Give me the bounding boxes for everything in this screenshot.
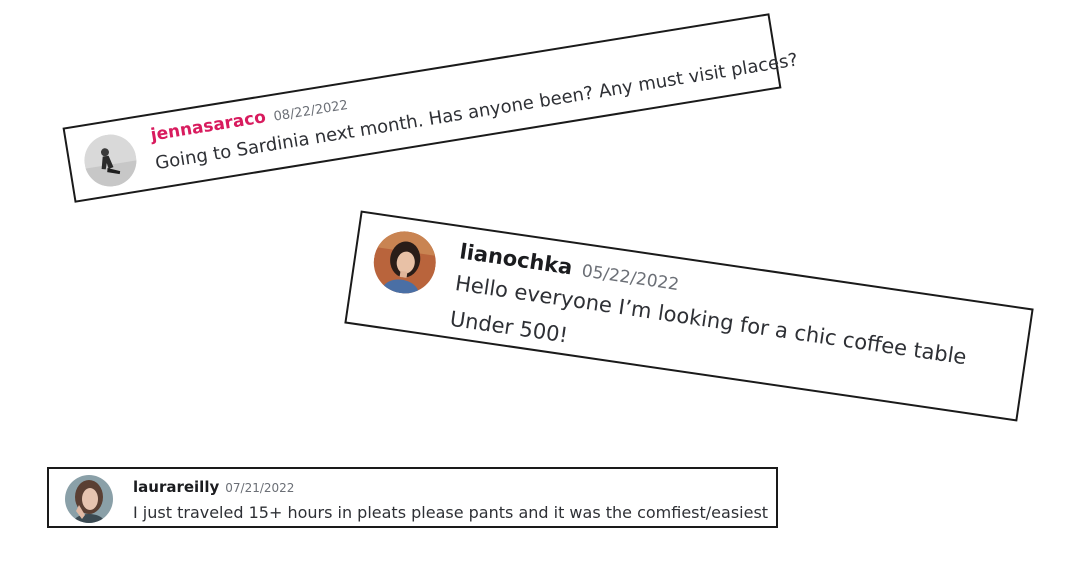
username[interactable]: laurareilly: [133, 478, 219, 496]
avatar[interactable]: [80, 130, 141, 191]
person-avatar-icon: [80, 130, 141, 191]
comment-card: laurareilly 07/21/2022 I just traveled 15…: [47, 467, 778, 528]
person-avatar-icon: [369, 227, 440, 298]
comment-message-line: Under 500!: [448, 306, 570, 348]
comment-card: jennasaraco 08/22/2022 Going to Sardinia …: [62, 13, 799, 203]
collage-canvas: jennasaraco 08/22/2022 Going to Sardinia …: [0, 0, 1080, 563]
timestamp: 08/22/2022: [272, 97, 350, 125]
timestamp: 05/22/2022: [580, 261, 681, 296]
person-avatar-icon: [65, 475, 113, 523]
avatar[interactable]: [65, 475, 113, 523]
timestamp: 07/21/2022: [225, 481, 295, 495]
avatar[interactable]: [369, 227, 440, 298]
comment-card: lianochka 05/22/2022 Hello everyone I’m l…: [344, 210, 1034, 422]
comment-message: I just traveled 15+ hours in pleats plea…: [133, 503, 769, 522]
comment-header: laurareilly 07/21/2022: [133, 477, 294, 496]
